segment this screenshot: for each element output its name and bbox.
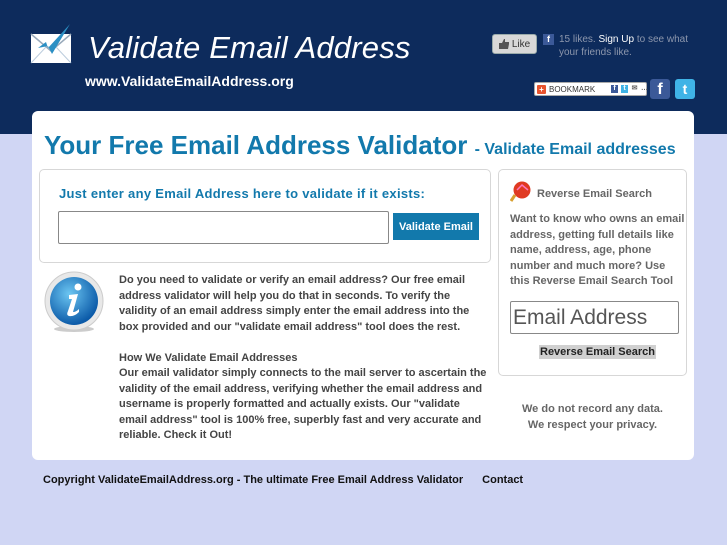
bookmark-label: BOOKMARK — [549, 84, 596, 94]
site-url[interactable]: www.ValidateEmailAddress.org — [85, 73, 294, 89]
description-how: Our email validator simply connects to t… — [119, 367, 487, 441]
description-intro: Do you need to validate or verify an ema… — [119, 274, 470, 333]
site-title: Validate Email Address — [88, 30, 411, 65]
twitter-mini-icon: t — [621, 85, 628, 93]
signup-link[interactable]: Sign Up — [598, 34, 634, 45]
email-input[interactable] — [58, 211, 389, 244]
facebook-small-icon: f — [543, 34, 554, 45]
info-icon — [44, 271, 104, 332]
facebook-like-button[interactable]: Like — [492, 34, 537, 54]
page-title: Your Free Email Address Validator - Vali… — [44, 130, 676, 160]
reverse-email-input[interactable] — [510, 301, 679, 334]
facebook-mini-icon: f — [611, 85, 618, 93]
copyright-text: Copyright ValidateEmailAddress.org - The… — [43, 474, 464, 486]
twitter-icon[interactable]: t — [675, 79, 695, 99]
how-we-validate-heading: How We Validate Email Addresses — [119, 351, 298, 364]
magnifier-icon — [510, 181, 531, 202]
facebook-icon[interactable]: f — [650, 79, 670, 99]
reverse-search-title: Reverse Email Search — [537, 188, 652, 200]
validate-email-button[interactable]: Validate Email — [393, 213, 479, 240]
contact-link[interactable]: Contact — [482, 474, 523, 486]
like-count-text: 15 likes. Sign Up to see what your frien… — [559, 34, 688, 58]
more-icon: … — [641, 85, 648, 92]
reverse-search-description: Want to know who owns an email address, … — [510, 213, 685, 287]
plus-icon: + — [537, 84, 546, 94]
page-subtitle: - Validate Email addresses — [474, 141, 676, 158]
reverse-email-search-button[interactable]: Reverse Email Search — [539, 345, 656, 359]
entry-label: Just enter any Email Address here to val… — [59, 186, 426, 201]
envelope-check-icon — [30, 24, 72, 64]
description: Do you need to validate or verify an ema… — [119, 273, 491, 444]
thumbs-up-icon — [498, 39, 509, 49]
main-panel: Your Free Email Address Validator - Vali… — [32, 111, 694, 460]
bookmark-button[interactable]: + BOOKMARK f t ✉ … — [534, 82, 648, 96]
like-label: Like — [511, 38, 531, 50]
footer: Copyright ValidateEmailAddress.org - The… — [43, 474, 523, 486]
validate-form: Just enter any Email Address here to val… — [39, 169, 491, 263]
mail-mini-icon: ✉ — [631, 85, 638, 92]
reverse-search-box: Reverse Email Search Want to know who ow… — [498, 169, 687, 376]
privacy-note: We do not record any data. We respect yo… — [522, 403, 663, 431]
